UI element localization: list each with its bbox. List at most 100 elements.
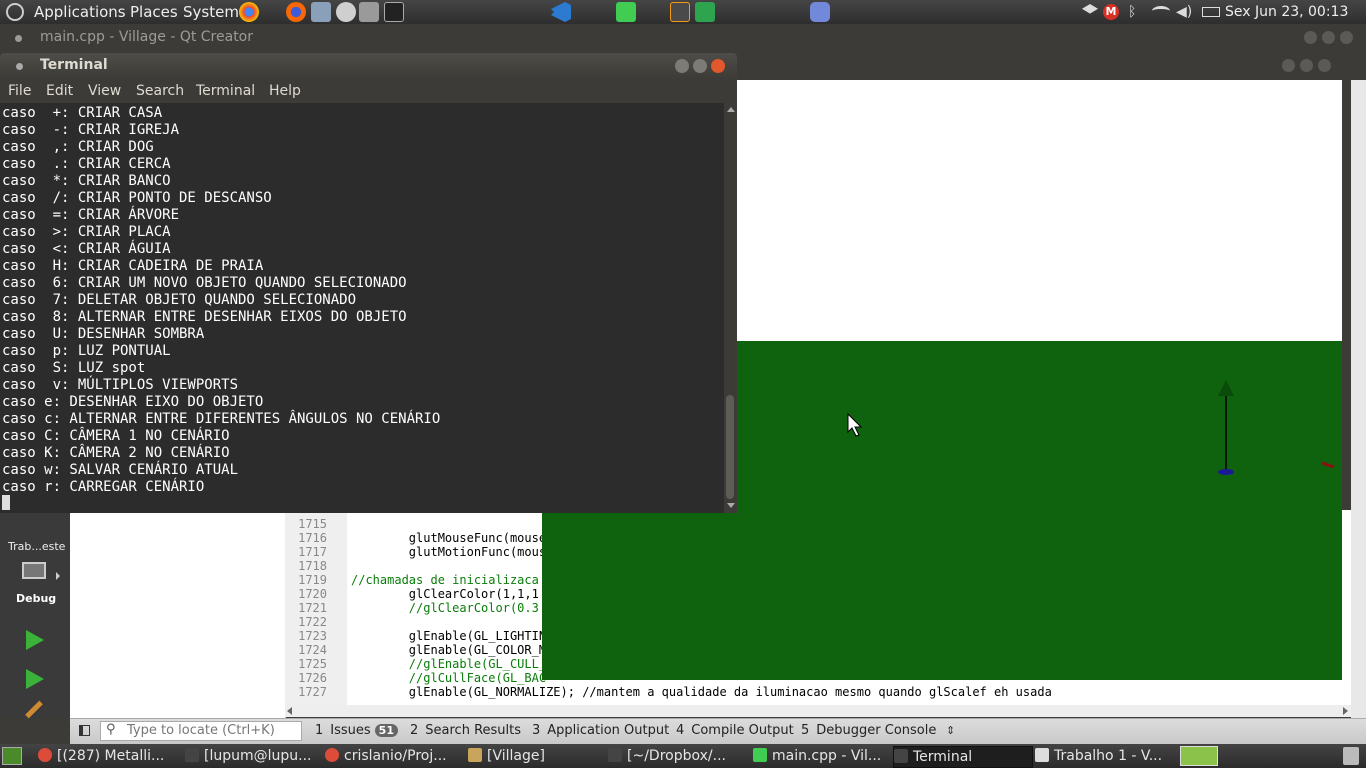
terminal-close-button[interactable] bbox=[711, 59, 725, 73]
dropbox-icon[interactable] bbox=[1082, 4, 1098, 14]
top-panel: Applications Places System M ᛒ ◀) Sex Ju… bbox=[0, 0, 1366, 24]
terminal-line: caso ,: CRIAR DOG bbox=[2, 139, 154, 155]
code-line[interactable]: //glEnable(GL_CULL_ bbox=[351, 657, 546, 671]
taskbar-item[interactable]: Trabalho 1 - V... bbox=[1035, 746, 1175, 766]
qt-maximize-button[interactable] bbox=[1322, 31, 1335, 44]
terminal-icon bbox=[894, 749, 908, 763]
line-number: 1725 bbox=[298, 657, 327, 671]
menu-edit[interactable]: Edit bbox=[46, 83, 73, 99]
opengl-window-titlebar[interactable] bbox=[737, 52, 1342, 80]
places-menu[interactable]: Places bbox=[130, 3, 178, 21]
code-line[interactable]: //chamadas de inicializaca bbox=[351, 573, 539, 587]
spreadsheet-launcher-icon[interactable] bbox=[695, 2, 715, 22]
show-desktop-icon[interactable] bbox=[2, 747, 22, 765]
clock[interactable]: Sex Jun 23, 00:13 bbox=[1225, 4, 1348, 20]
terminal-window-menu-dot-icon[interactable] bbox=[16, 63, 23, 70]
line-number-gutter: 1715 1716 1717 1718 1719 1720 1721 1722 1723 1724… bbox=[285, 510, 347, 705]
build-config-label: Debug bbox=[16, 592, 57, 605]
terminal-output[interactable]: caso +: CRIAR CASA caso -: CRIAR IGREJA ca… bbox=[0, 103, 724, 513]
editor-horizontal-scrollbar[interactable] bbox=[285, 705, 1351, 717]
menu-file[interactable]: File bbox=[8, 83, 31, 99]
output-tab-debugger-console[interactable]: 5 Debugger Console bbox=[801, 723, 936, 738]
wifi-icon[interactable] bbox=[1152, 6, 1170, 16]
screenshot-launcher-icon[interactable] bbox=[359, 2, 379, 22]
gl-minimize-button[interactable] bbox=[1282, 59, 1295, 72]
taskbar-item[interactable]: [Village] bbox=[468, 746, 603, 766]
terminal-minimize-button[interactable] bbox=[675, 59, 689, 73]
gl-close-button[interactable] bbox=[1318, 59, 1331, 72]
chrome-launcher-icon[interactable] bbox=[239, 2, 259, 22]
discord-launcher-icon[interactable] bbox=[810, 2, 830, 22]
taskbar-item[interactable]: main.cpp - Vil... bbox=[753, 746, 888, 766]
menu-help[interactable]: Help bbox=[269, 83, 301, 99]
terminal-scroll-up-arrow[interactable] bbox=[727, 107, 735, 112]
terminal-titlebar[interactable]: Terminal bbox=[0, 53, 737, 79]
volume-icon[interactable]: ◀) bbox=[1176, 4, 1192, 20]
system-menu[interactable]: System bbox=[183, 3, 239, 21]
terminal-scroll-down-arrow[interactable] bbox=[727, 503, 735, 508]
terminal-scrollbar[interactable] bbox=[724, 103, 737, 513]
taskbar-item[interactable]: [lupum@lupu... bbox=[185, 746, 320, 766]
locator-input[interactable]: Type to locate (Ctrl+K) bbox=[127, 723, 275, 738]
debug-run-button[interactable] bbox=[26, 669, 44, 689]
vscode-launcher-icon[interactable] bbox=[551, 2, 571, 22]
menu-terminal[interactable]: Terminal bbox=[196, 83, 255, 99]
ubuntu-logo-icon[interactable] bbox=[6, 3, 24, 21]
output-tab-search-results[interactable]: 2 Search Results bbox=[410, 723, 521, 738]
taskbar-item[interactable]: crislanio/Proj... bbox=[325, 746, 463, 766]
terminal-line: caso S: LUZ spot bbox=[2, 360, 146, 376]
output-tab-issues[interactable]: 1 Issues 51 bbox=[315, 723, 398, 738]
toggle-sidebar-icon[interactable] bbox=[79, 725, 90, 736]
build-hammer-icon[interactable] bbox=[25, 700, 43, 719]
run-button[interactable] bbox=[26, 630, 44, 650]
battery-icon[interactable] bbox=[1202, 7, 1220, 17]
code-line[interactable]: glEnable(GL_NORMALIZE); //mantem a quali… bbox=[351, 685, 1052, 699]
output-pane-tabbar: ⚲ Type to locate (Ctrl+K) ⇕ 1 Issues 51 2 Se… bbox=[70, 718, 1366, 745]
workspace-switcher[interactable] bbox=[1180, 746, 1218, 766]
qt-close-button[interactable] bbox=[1340, 31, 1353, 44]
menu-search[interactable]: Search bbox=[136, 83, 184, 99]
output-tab-application-output[interactable]: 3 Application Output bbox=[532, 723, 669, 738]
terminal-scroll-thumb[interactable] bbox=[726, 395, 734, 499]
editor-vertical-scrollbar[interactable] bbox=[1351, 80, 1366, 718]
line-number: 1724 bbox=[298, 643, 327, 657]
bluetooth-icon[interactable]: ᛒ bbox=[1128, 4, 1144, 20]
files-launcher-icon[interactable] bbox=[311, 2, 331, 22]
terminal-launcher-icon[interactable] bbox=[384, 2, 404, 22]
kit-selector-arrow-icon[interactable] bbox=[56, 572, 60, 580]
terminal-maximize-button[interactable] bbox=[693, 59, 707, 73]
network-launcher-icon[interactable] bbox=[336, 2, 356, 22]
code-line[interactable]: glEnable(GL_COLOR_M bbox=[351, 643, 546, 657]
scroll-right-arrow[interactable] bbox=[1343, 707, 1348, 715]
output-tab-compile-output[interactable]: 4 Compile Output bbox=[676, 723, 794, 738]
terminal-line: caso <: CRIAR ÁGUIA bbox=[2, 241, 171, 257]
qt-minimize-button[interactable] bbox=[1304, 31, 1317, 44]
locator-box[interactable]: ⚲ Type to locate (Ctrl+K) bbox=[100, 721, 302, 741]
project-tree-pane[interactable] bbox=[70, 510, 286, 718]
code-line[interactable]: //glClearColor(0.3 bbox=[351, 601, 539, 615]
monitor-icon[interactable] bbox=[22, 562, 46, 579]
project-target-label[interactable]: Trab...este bbox=[8, 540, 65, 553]
object-base-disc bbox=[1218, 469, 1234, 475]
sublime-launcher-icon[interactable] bbox=[670, 2, 690, 22]
code-line[interactable]: glClearColor(1,1,1 bbox=[351, 587, 539, 601]
code-line[interactable]: glutMotionFunc(mous bbox=[351, 545, 546, 559]
gl-maximize-button[interactable] bbox=[1300, 59, 1313, 72]
qt-launcher-icon[interactable] bbox=[616, 2, 636, 22]
code-line[interactable]: glEnable(GL_LIGHTIN bbox=[351, 629, 546, 643]
taskbar-item[interactable]: [(287) Metalli... bbox=[38, 746, 178, 766]
menu-view[interactable]: View bbox=[88, 83, 121, 99]
code-line[interactable]: //glCullFace(GL_BAC bbox=[351, 671, 546, 685]
mail-icon[interactable]: M bbox=[1103, 4, 1119, 20]
trash-icon[interactable] bbox=[1343, 747, 1359, 765]
taskbar-item[interactable]: Terminal bbox=[893, 746, 1033, 768]
taskbar-item-label: main.cpp - Vil... bbox=[772, 748, 882, 764]
qt-creator-titlebar[interactable]: main.cpp - Village - Qt Creator bbox=[0, 24, 1366, 52]
window-menu-dot-icon[interactable] bbox=[15, 35, 22, 42]
taskbar-item[interactable]: [~/Dropbox/... bbox=[608, 746, 748, 766]
applications-menu[interactable]: Applications bbox=[34, 3, 126, 21]
code-line[interactable]: glutMouseFunc(mouse bbox=[351, 531, 546, 545]
firefox-launcher-icon[interactable] bbox=[286, 2, 306, 22]
scroll-left-arrow[interactable] bbox=[287, 707, 292, 715]
tab-chooser-arrows-icon[interactable]: ⇕ bbox=[946, 724, 955, 737]
